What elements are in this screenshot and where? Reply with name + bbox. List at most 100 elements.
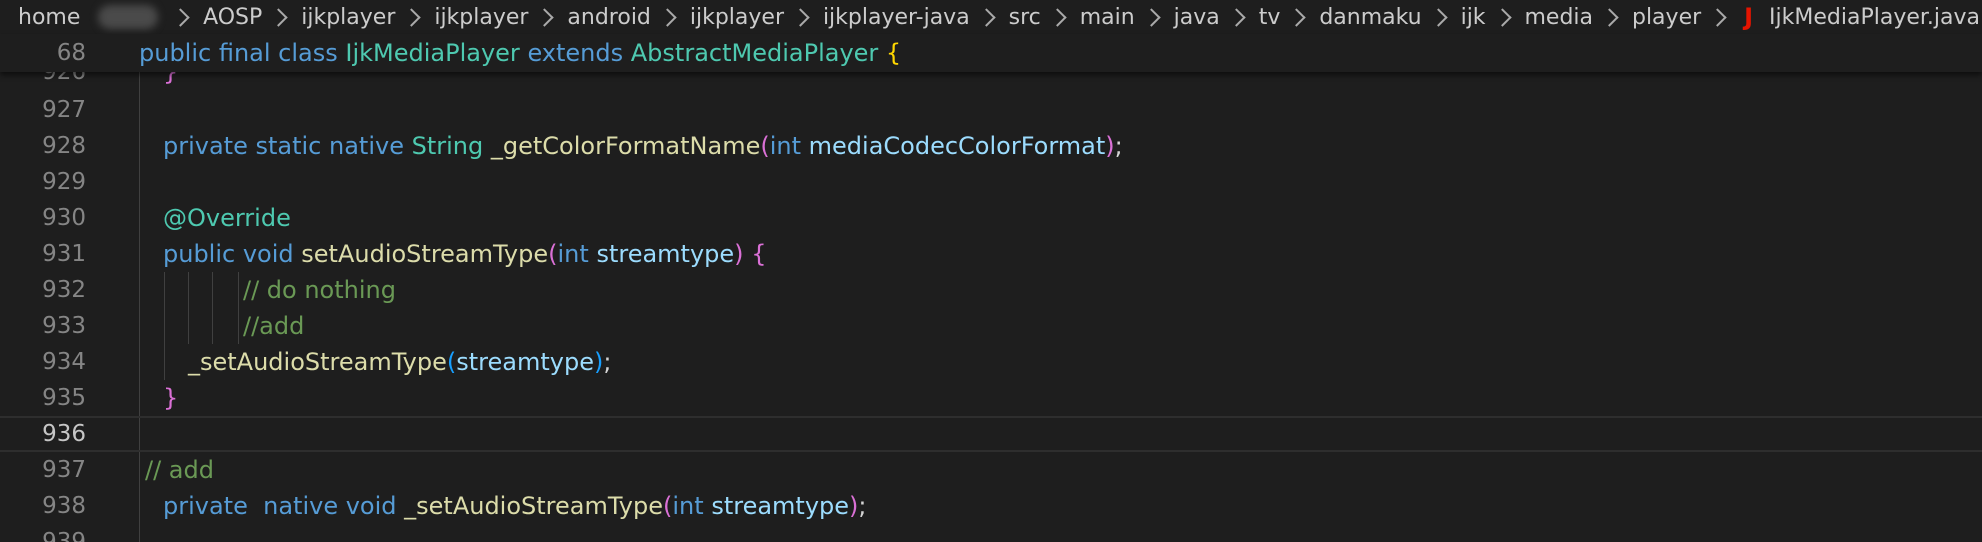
indent-guide	[238, 272, 239, 308]
breadcrumb-item-ijk[interactable]: ijk	[1459, 5, 1488, 30]
breadcrumb-item-ijkplayer[interactable]: ijkplayer	[299, 5, 397, 30]
bracket: (	[446, 348, 457, 376]
indent-guide	[164, 272, 165, 308]
chevron-right-icon	[1048, 7, 1067, 27]
method-name: setAudioStreamType	[301, 240, 549, 268]
breadcrumb-item-ijkplayer-3[interactable]: ijkplayer	[688, 5, 786, 30]
breadcrumb-item-media[interactable]: media	[1523, 5, 1596, 30]
line-number: 68	[56, 40, 86, 66]
redacted-username	[98, 5, 159, 29]
code-line-current[interactable]: 936	[0, 416, 1982, 452]
breadcrumb-item-ijkplayer-2[interactable]: ijkplayer	[432, 5, 530, 30]
breadcrumb-item-player[interactable]: player	[1630, 5, 1703, 30]
line-number: 929	[42, 169, 86, 195]
argument: streamtype	[456, 348, 594, 376]
code-content: private static native String _getColorFo…	[163, 128, 1123, 164]
code-line[interactable]: 934 _setAudioStreamType(streamtype);	[0, 344, 1982, 380]
comment: // add	[145, 456, 214, 484]
line-number: 936	[42, 421, 86, 447]
breadcrumb-item-android[interactable]: android	[565, 5, 653, 30]
keyword: extends	[527, 39, 624, 67]
indent-guide	[164, 344, 165, 380]
breadcrumb-item-tv[interactable]: tv	[1257, 5, 1283, 30]
bracket: )	[734, 240, 744, 268]
sticky-scroll-header[interactable]: 68 public final class IjkMediaPlayer ext…	[0, 34, 1982, 72]
code-line[interactable]: 926 }	[0, 72, 1982, 90]
param-type: int	[557, 240, 589, 268]
superclass-name: AbstractMediaPlayer	[630, 39, 879, 67]
bracket: (	[760, 132, 770, 160]
code-line[interactable]: 939	[0, 524, 1982, 542]
method-name: _getColorFormatName	[490, 132, 761, 160]
line-number: 939	[42, 529, 86, 542]
line-number: 926	[42, 72, 86, 85]
bracket: {	[885, 39, 902, 67]
class-name: IjkMediaPlayer	[345, 39, 520, 67]
breadcrumb-item-aosp[interactable]: AOSP	[201, 5, 264, 30]
indent-guide	[164, 308, 165, 344]
line-number: 931	[42, 241, 86, 267]
code-line[interactable]: 928 private static native String _getCol…	[0, 128, 1982, 164]
breadcrumb-item-main[interactable]: main	[1078, 5, 1137, 30]
keyword: public final class	[139, 39, 338, 67]
bracket: )	[1105, 132, 1115, 160]
indent-guide	[212, 308, 213, 344]
param-type: int	[672, 492, 704, 520]
code-line[interactable]: 933 //add	[0, 308, 1982, 344]
line-number: 928	[42, 133, 86, 159]
chevron-right-icon	[1227, 7, 1246, 27]
comment: // do nothing	[243, 276, 396, 304]
keyword: public void	[163, 240, 294, 268]
semicolon: ;	[603, 348, 612, 376]
code-line[interactable]: 927	[0, 92, 1982, 128]
code-content: public void setAudioStreamType(int strea…	[163, 236, 766, 272]
chevron-right-icon	[791, 7, 810, 27]
code-line[interactable]: 930 @Override	[0, 200, 1982, 236]
code-line[interactable]: 932 // do nothing	[0, 272, 1982, 308]
chevron-right-icon	[1600, 7, 1619, 27]
semicolon: ;	[1114, 132, 1123, 160]
annotation: @Override	[163, 204, 291, 232]
param-type: int	[769, 132, 802, 160]
indent-guide	[188, 272, 189, 308]
bracket: {	[751, 240, 767, 268]
line-number: 938	[42, 493, 86, 519]
comment: //add	[243, 312, 305, 340]
java-file-icon: J	[1744, 3, 1754, 31]
keyword: private native void	[163, 492, 397, 520]
breadcrumb-item-src[interactable]: src	[1007, 5, 1043, 30]
line-number: 932	[42, 277, 86, 303]
sticky-code: public final class IjkMediaPlayer extend…	[139, 39, 901, 67]
method-name: _setAudioStreamType	[188, 348, 447, 376]
chevron-right-icon	[1428, 7, 1448, 27]
chevron-right-icon	[1287, 7, 1307, 27]
closing-brace: }	[163, 384, 179, 412]
line-number: 930	[42, 205, 86, 231]
indent-guide	[238, 308, 239, 344]
code-line[interactable]: 937 // add	[0, 452, 1982, 488]
chevron-right-icon	[1708, 7, 1727, 27]
chevron-right-icon	[402, 7, 422, 27]
bracket: (	[663, 492, 673, 520]
breadcrumb-item-home[interactable]: home	[0, 5, 82, 30]
code-editor[interactable]: 926 } 927 928 private static native Stri…	[0, 72, 1982, 542]
code-line[interactable]: 938 private native void _setAudioStreamT…	[0, 488, 1982, 524]
breadcrumb-item-ijkplayer-java[interactable]: ijkplayer-java	[821, 5, 972, 30]
semicolon: ;	[858, 492, 867, 520]
code-line[interactable]: 931 public void setAudioStreamType(int s…	[0, 236, 1982, 272]
code-line[interactable]: 929	[0, 164, 1982, 200]
chevron-right-icon	[171, 7, 190, 27]
keyword: private static native	[163, 132, 404, 160]
code-line[interactable]: 935 }	[0, 380, 1982, 416]
breadcrumb-item-danmaku[interactable]: danmaku	[1317, 5, 1423, 30]
breadcrumb: home AOSP ijkplayer ijkplayer android ij…	[0, 0, 1982, 34]
bracket: )	[593, 348, 604, 376]
indent-guide	[212, 272, 213, 308]
method-name: _setAudioStreamType	[404, 492, 663, 520]
chevron-right-icon	[535, 7, 555, 27]
breadcrumb-file-name[interactable]: IjkMediaPlayer.java	[1767, 5, 1982, 30]
param-name: streamtype	[596, 240, 735, 268]
line-number: 927	[42, 97, 86, 123]
breadcrumb-item-java[interactable]: java	[1172, 5, 1222, 30]
line-number: 937	[42, 457, 86, 483]
